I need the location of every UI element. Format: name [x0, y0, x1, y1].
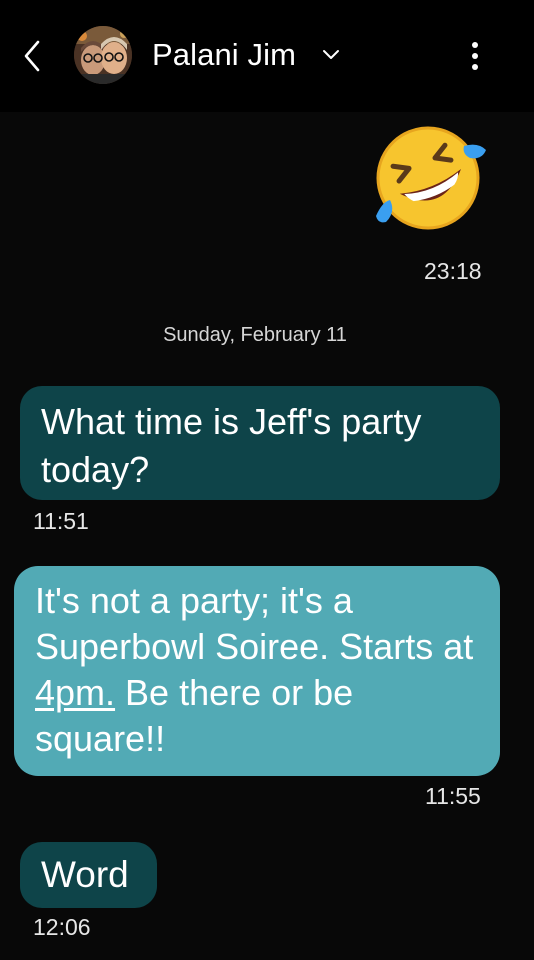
message-time: 23:18	[424, 258, 482, 284]
message-thread[interactable]	[0, 112, 534, 960]
message-text: It's not a party; it's a Superbowl Soire…	[35, 580, 474, 667]
conversation-header: Palani Jim	[0, 0, 534, 112]
message-text: What time is Jeff's party today?	[41, 401, 422, 490]
more-options-button[interactable]	[460, 36, 490, 76]
avatar-photo	[74, 26, 132, 84]
message-time: 12:06	[33, 914, 91, 940]
outgoing-message-bubble[interactable]: It's not a party; it's a Superbowl Soire…	[14, 566, 500, 776]
rolling-on-floor-laughing-emoji[interactable]	[366, 120, 490, 236]
message-time: 11:51	[33, 508, 89, 534]
message-time: 11:55	[425, 783, 481, 809]
message-text: Word	[41, 854, 129, 895]
incoming-message-bubble[interactable]: Word	[20, 842, 157, 908]
back-button[interactable]	[14, 36, 50, 76]
date-separator: Sunday, February 11	[163, 324, 347, 346]
contact-avatar[interactable]	[74, 26, 132, 84]
chevron-left-icon	[24, 40, 40, 72]
chevron-down-icon[interactable]	[322, 48, 340, 62]
contact-name[interactable]: Palani Jim	[152, 37, 296, 73]
time-link[interactable]: 4pm.	[35, 672, 115, 713]
more-vertical-icon	[472, 42, 478, 70]
incoming-message-bubble[interactable]: What time is Jeff's party today?	[20, 386, 500, 500]
